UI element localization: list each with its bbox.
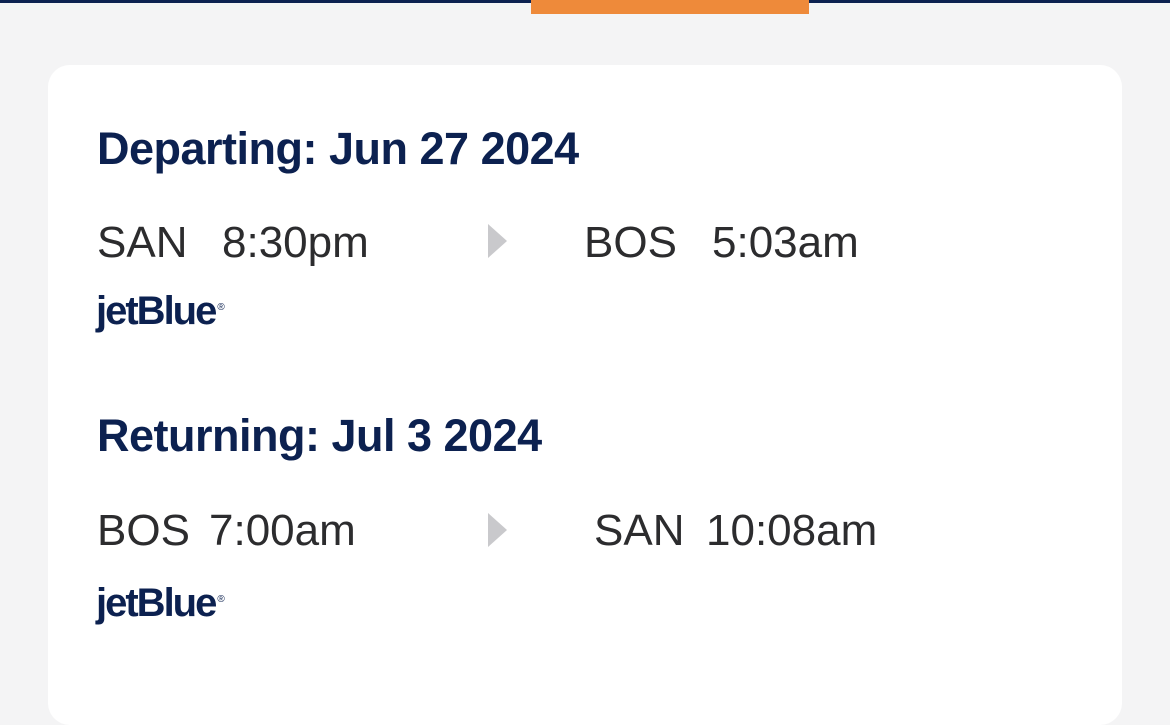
triangle-right-icon — [488, 224, 507, 258]
registered-mark: ® — [217, 594, 225, 605]
returning-origin-code: BOS — [97, 506, 190, 555]
active-tab-indicator — [531, 0, 809, 14]
departing-origin-code: SAN — [97, 218, 188, 267]
airline-name: jetBlue — [96, 581, 217, 625]
departing-heading: Departing: Jun 27 2024 — [97, 123, 579, 174]
jetblue-logo: jetBlue ® — [96, 581, 225, 626]
returning-origin-time: 7:00am — [209, 506, 356, 555]
departing-origin-time: 8:30pm — [222, 218, 369, 267]
returning-destination-time: 10:08am — [706, 506, 878, 555]
returning-heading: Returning: Jul 3 2024 — [97, 410, 542, 461]
departing-destination-time: 5:03am — [712, 218, 859, 267]
returning-destination-code: SAN — [594, 506, 685, 555]
airline-name: jetBlue — [96, 289, 217, 333]
jetblue-logo: jetBlue ® — [96, 289, 225, 334]
flight-details-card: Departing: Jun 27 2024 SAN 8:30pm BOS 5:… — [48, 65, 1122, 725]
departing-destination-code: BOS — [584, 218, 677, 267]
registered-mark: ® — [217, 302, 225, 313]
triangle-right-icon — [488, 513, 507, 547]
